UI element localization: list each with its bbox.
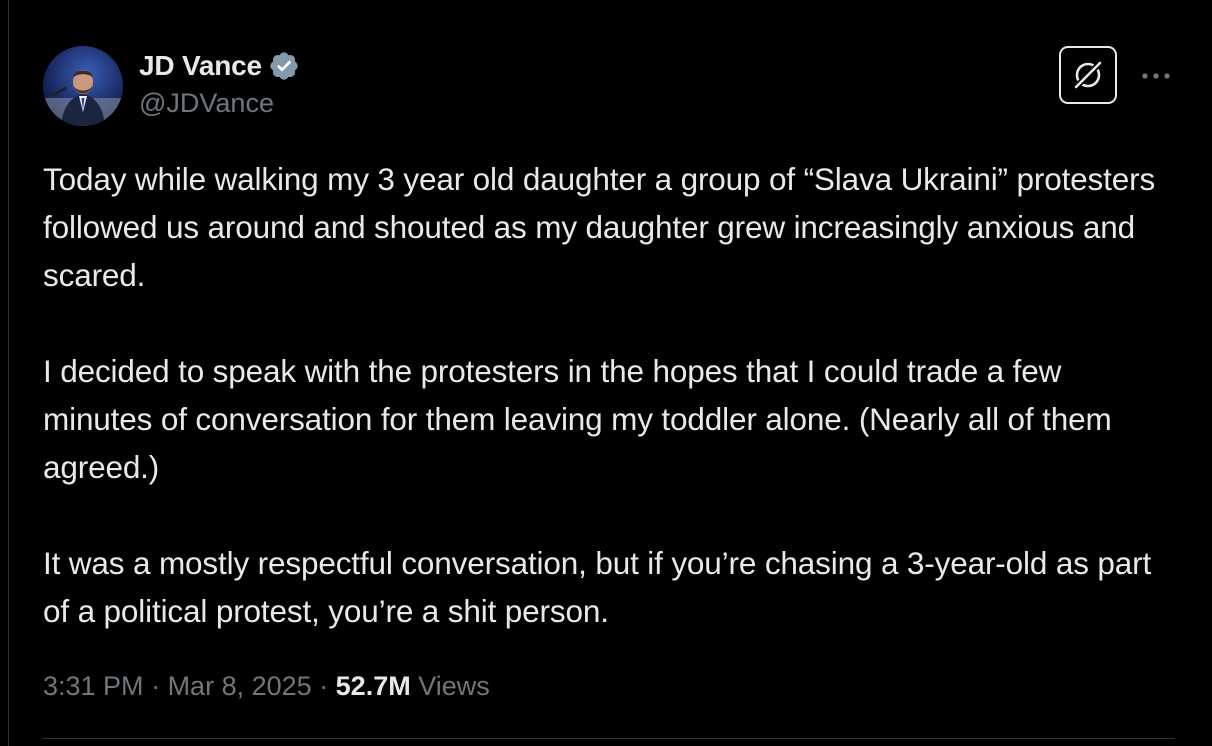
tweet: JD Vance @JDVance Today while walking my…: [0, 0, 1212, 746]
author-avatar[interactable]: [43, 46, 123, 126]
views-label: Views: [418, 671, 490, 701]
meta-separator: ·: [311, 671, 336, 701]
author-info: JD Vance @JDVance: [139, 48, 300, 119]
views-count[interactable]: 52.7M: [336, 671, 411, 701]
author-handle[interactable]: @JDVance: [139, 88, 300, 119]
display-name-row: JD Vance: [139, 48, 300, 84]
tweet-metadata: 3:31 PM · Mar 8, 2025 · 52.7M Views: [43, 664, 490, 708]
profile-photo-icon: [43, 46, 123, 126]
tweet-paragraph-2: I decided to speak with the protesters i…: [43, 353, 1112, 485]
grok-icon: [1072, 59, 1104, 91]
meta-separator: ·: [143, 671, 168, 701]
tweet-paragraph-1: Today while walking my 3 year old daught…: [43, 161, 1156, 293]
tweet-date[interactable]: Mar 8, 2025: [168, 671, 312, 701]
verified-badge-icon[interactable]: [268, 50, 300, 82]
tweet-paragraph-3: It was a mostly respectful conversation,…: [43, 545, 1152, 629]
divider: [43, 738, 1175, 739]
tweet-time[interactable]: 3:31 PM: [43, 671, 144, 701]
grok-button[interactable]: [1059, 46, 1117, 104]
author-display-name[interactable]: JD Vance: [139, 50, 262, 82]
more-options-button[interactable]: [1138, 62, 1174, 90]
tweet-text: Today while walking my 3 year old daught…: [43, 155, 1173, 635]
more-options-icon: [1142, 73, 1170, 79]
